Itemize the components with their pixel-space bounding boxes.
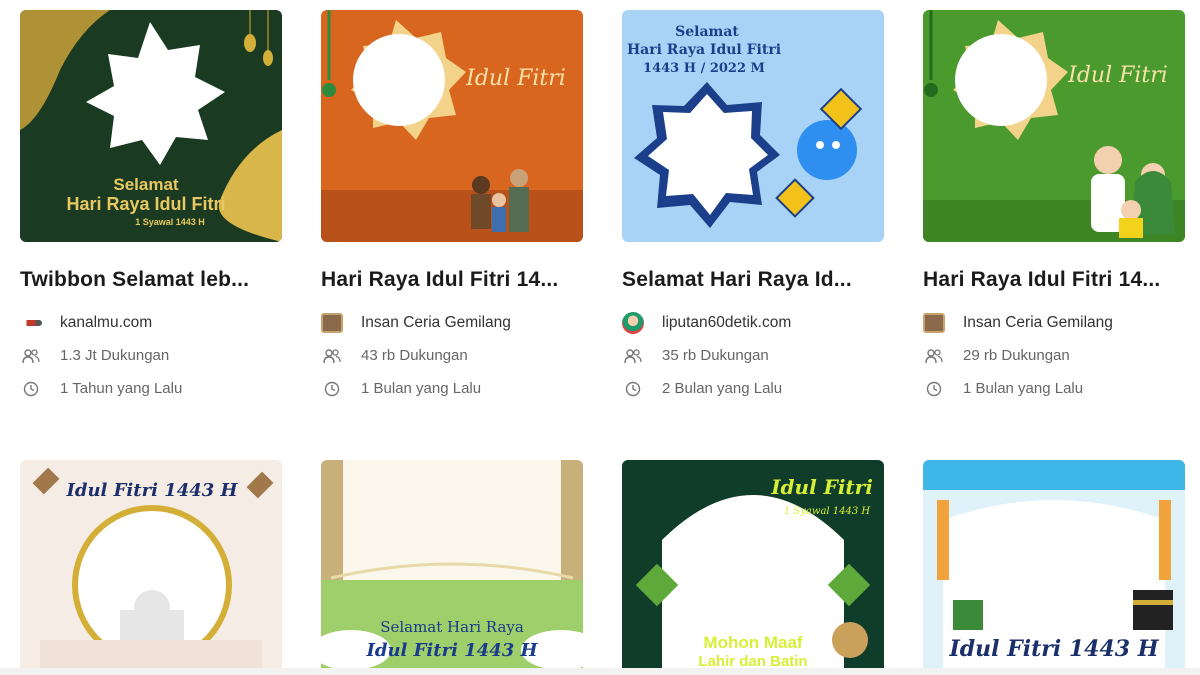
campaign-grid: Selamat Hari Raya Idul Fitri 1 Syawal 14…	[20, 10, 1185, 675]
campaign-title[interactable]: Hari Raya Idul Fitri 14...	[923, 268, 1185, 292]
campaign-title[interactable]: Hari Raya Idul Fitri 14...	[321, 268, 583, 292]
supporters-count: 35 rb Dukungan	[662, 347, 769, 364]
twibbon-frame-image: Idul Fitri 1443 H	[923, 460, 1185, 672]
time-ago: 1 Bulan yang Lalu	[963, 380, 1084, 397]
author-name[interactable]: Insan Ceria Gemilang	[963, 314, 1113, 332]
users-icon	[321, 347, 343, 365]
author-avatar	[20, 319, 42, 326]
thumb-line1: Selamat	[675, 24, 739, 40]
users-icon	[20, 347, 42, 365]
author-row[interactable]: Insan Ceria Gemilang	[321, 306, 583, 339]
thumb-line2: Hari Raya Idul Fitri	[66, 194, 225, 214]
thumb-line2: Idul Fitri 1443 H	[365, 640, 538, 661]
supporters-row: 43 rb Dukungan	[321, 339, 583, 372]
time-ago: 1 Bulan yang Lalu	[361, 380, 482, 397]
author-avatar	[923, 312, 945, 333]
supporters-count: 43 rb Dukungan	[361, 347, 468, 364]
campaign-card[interactable]: Idul Fitri 1443 H	[20, 460, 282, 675]
author-name[interactable]: kanalmu.com	[60, 314, 152, 332]
clock-icon	[622, 380, 644, 398]
thumb-line1: Idul Fitri 1443 H	[65, 480, 238, 501]
twibbon-frame-image: Idul Fitri 1 Syawal 1443 H Mohon Maaf La…	[622, 460, 884, 672]
campaign-thumbnail[interactable]: Selamat Hari Raya Idul Fitri 1443 H / 20…	[622, 10, 884, 242]
time-row: 1 Bulan yang Lalu	[321, 372, 583, 405]
supporters-row: 35 rb Dukungan	[622, 339, 884, 372]
campaign-card[interactable]: Selamat Hari Raya Idul Fitri 1443 H	[321, 460, 583, 675]
thumb-line3: 1 Syawal 1443 H	[135, 217, 205, 227]
time-row: 1 Tahun yang Lalu	[20, 372, 282, 405]
campaign-thumbnail[interactable]: Idul Fitri	[923, 10, 1185, 242]
clock-icon	[321, 380, 343, 398]
thumb-line1: Selamat	[113, 175, 179, 194]
campaign-card[interactable]: Idul Fitri Hari Raya Idul Fitri 14... In…	[321, 10, 583, 460]
supporters-row: 29 rb Dukungan	[923, 339, 1185, 372]
supporters-count: 29 rb Dukungan	[963, 347, 1070, 364]
twibbon-frame-image: Idul Fitri 1443 H	[20, 460, 282, 672]
campaign-thumbnail[interactable]: Selamat Hari Raya Idul Fitri 1 Syawal 14…	[20, 10, 282, 242]
twibbon-frame-image: Selamat Hari Raya Idul Fitri 1443 H / 20…	[622, 10, 884, 242]
thumb-line1: Idul Fitri	[770, 475, 873, 499]
clock-icon	[923, 380, 945, 398]
supporters-count: 1.3 Jt Dukungan	[60, 347, 170, 364]
campaign-card[interactable]: Idul Fitri 1443 H	[923, 460, 1185, 675]
author-row[interactable]: liputan60detik.com	[622, 306, 884, 339]
time-ago: 2 Bulan yang Lalu	[662, 380, 783, 397]
campaign-card[interactable]: Selamat Hari Raya Idul Fitri 1 Syawal 14…	[20, 10, 282, 460]
time-row: 2 Bulan yang Lalu	[622, 372, 884, 405]
campaign-title[interactable]: Twibbon Selamat leb...	[20, 268, 282, 292]
twibbon-frame-image: Selamat Hari Raya Idul Fitri 1 Syawal 14…	[20, 10, 282, 242]
campaign-card[interactable]: Idul Fitri 1 Syawal 1443 H Mohon Maaf La…	[622, 460, 884, 675]
author-avatar	[622, 311, 644, 334]
twibbon-frame-image: Idul Fitri	[923, 10, 1185, 242]
thumb-line2: Hari Raya Idul Fitri	[627, 42, 781, 58]
thumb-line1: Idul Fitri	[1067, 63, 1168, 88]
campaign-title[interactable]: Selamat Hari Raya Id...	[622, 268, 884, 292]
thumb-line1: Selamat Hari Raya	[380, 618, 524, 636]
campaign-thumbnail[interactable]: Idul Fitri 1443 H	[20, 460, 282, 672]
campaign-card[interactable]: Selamat Hari Raya Idul Fitri 1443 H / 20…	[622, 10, 884, 460]
author-row[interactable]: kanalmu.com	[20, 306, 282, 339]
twibbon-frame-image: Selamat Hari Raya Idul Fitri 1443 H	[321, 460, 583, 672]
author-name[interactable]: liputan60detik.com	[662, 314, 791, 332]
author-row[interactable]: Insan Ceria Gemilang	[923, 306, 1185, 339]
author-avatar	[321, 312, 343, 333]
author-name[interactable]: Insan Ceria Gemilang	[361, 314, 511, 332]
thumb-line1: Idul Fitri 1443 H	[948, 636, 1159, 662]
clock-icon	[20, 380, 42, 398]
campaign-thumbnail[interactable]: Selamat Hari Raya Idul Fitri 1443 H	[321, 460, 583, 672]
thumb-line3: Mohon Maaf	[703, 633, 802, 652]
campaign-thumbnail[interactable]: Idul Fitri 1443 H	[923, 460, 1185, 672]
campaign-thumbnail[interactable]: Idul Fitri	[321, 10, 583, 242]
time-ago: 1 Tahun yang Lalu	[60, 380, 183, 397]
time-row: 1 Bulan yang Lalu	[923, 372, 1185, 405]
scroll-edge	[0, 668, 1200, 675]
thumb-line2: 1 Syawal 1443 H	[784, 506, 871, 517]
supporters-row: 1.3 Jt Dukungan	[20, 339, 282, 372]
campaign-card[interactable]: Idul Fitri Hari Raya Idul Fitri 14... In…	[923, 10, 1185, 460]
users-icon	[622, 347, 644, 365]
users-icon	[923, 347, 945, 365]
thumb-line3: 1443 H / 2022 M	[643, 61, 765, 76]
twibbon-frame-image: Idul Fitri	[321, 10, 583, 242]
campaign-thumbnail[interactable]: Idul Fitri 1 Syawal 1443 H Mohon Maaf La…	[622, 460, 884, 672]
thumb-line1: Idul Fitri	[465, 66, 566, 91]
